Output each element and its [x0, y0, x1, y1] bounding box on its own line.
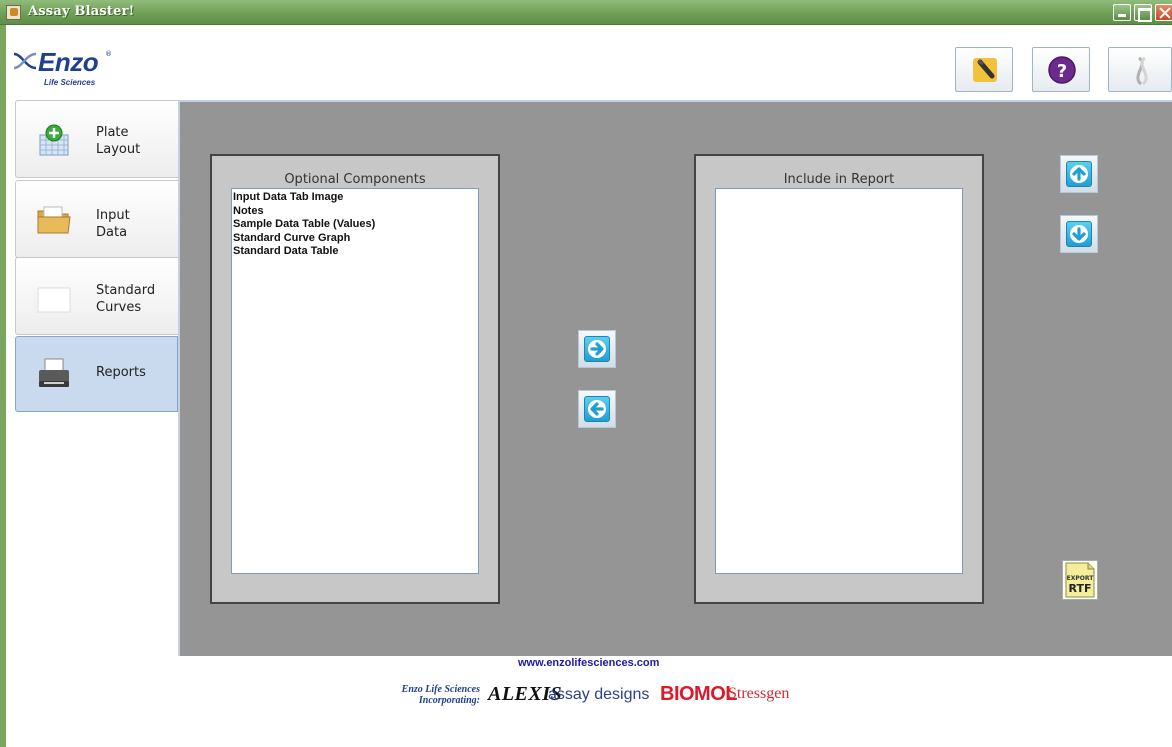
arrow-up-icon [1070, 165, 1088, 183]
add-to-report-button[interactable] [578, 330, 616, 368]
dna-helix-icon [13, 52, 37, 70]
tab-plate-layout-label: Plate Layout [96, 125, 141, 157]
reports-workspace: Optional Components Input Data Tab Image… [178, 100, 1172, 656]
brush-button[interactable] [955, 47, 1013, 92]
folder-icon [37, 206, 71, 234]
enzo-info-button[interactable] [1108, 47, 1172, 92]
enzo-logo: Enzo ® Life Sciences [10, 28, 120, 92]
window-titlebar: Assay Blaster! [0, 0, 1172, 25]
export-rtf-button[interactable]: EXPORT RTF [1062, 560, 1098, 600]
close-button[interactable] [1155, 4, 1172, 21]
plate-add-icon [39, 124, 69, 156]
maximize-button[interactable] [1134, 4, 1152, 22]
brand-stressgen: Stressgen [728, 685, 790, 702]
app-icon [6, 5, 21, 20]
svg-text:?: ? [1057, 61, 1067, 82]
move-down-button[interactable] [1060, 215, 1098, 253]
tab-input-data[interactable]: Input Data [15, 180, 178, 258]
help-icon: ? [1048, 56, 1076, 84]
logo-registered: ® [105, 50, 112, 58]
optional-components-list[interactable]: Input Data Tab Image Notes Sample Data T… [231, 188, 479, 574]
optional-components-title: Optional Components [284, 172, 426, 187]
list-item[interactable]: Standard Curve Graph [233, 232, 477, 246]
arrow-left-icon [588, 400, 606, 418]
export-rtf-bottom-text: RTF [1069, 582, 1092, 595]
export-rtf-top-text: EXPORT [1067, 575, 1095, 582]
side-nav: Plate Layout Input Data Standard Curves Rep… [6, 100, 178, 660]
list-item[interactable]: Standard Data Table [233, 245, 477, 259]
brand-assay-designs: assay designs [548, 686, 650, 703]
footer-incorporating: Enzo Life Sciences Incorporating: [401, 684, 480, 706]
include-in-report-title: Include in Report [783, 172, 895, 187]
footer-url[interactable]: www.enzolifesciences.com [518, 657, 659, 669]
arrow-right-icon [588, 340, 606, 358]
tab-standard-curves-label: Standard Curves [96, 283, 156, 315]
window-title: Assay Blaster! [28, 4, 135, 19]
list-item[interactable]: Input Data Tab Image [233, 191, 477, 205]
optional-components-panel: Optional Components Input Data Tab Image… [210, 154, 500, 604]
help-button[interactable]: ? [1032, 47, 1090, 92]
include-in-report-list[interactable] [715, 188, 963, 574]
list-item[interactable]: Notes [233, 205, 477, 219]
footer-brands: Enzo Life Sciences Incorporating: ALEXIS… [388, 681, 828, 711]
minimize-button[interactable] [1113, 4, 1131, 21]
printer-icon [39, 358, 69, 387]
blank-graph-icon [37, 287, 71, 313]
move-up-button[interactable] [1060, 155, 1098, 193]
export-rtf-icon: EXPORT RTF [1065, 562, 1095, 598]
enzo-helix-icon [1136, 56, 1148, 86]
tab-input-data-label: Input Data [96, 208, 130, 240]
tab-reports[interactable]: Reports [15, 336, 178, 412]
tab-reports-label: Reports [96, 365, 146, 380]
tab-plate-layout[interactable]: Plate Layout [15, 100, 178, 178]
logo-subtitle: Life Sciences [44, 78, 96, 87]
list-item[interactable]: Sample Data Table (Values) [233, 218, 477, 232]
logo-wordmark: Enzo [38, 47, 99, 77]
brand-biomol: BIOMOL [660, 683, 738, 705]
brush-icon [973, 58, 997, 82]
include-in-report-panel: Include in Report [694, 154, 984, 604]
remove-from-report-button[interactable] [578, 390, 616, 428]
tab-standard-curves[interactable]: Standard Curves [15, 257, 178, 335]
arrow-down-icon [1070, 225, 1088, 243]
